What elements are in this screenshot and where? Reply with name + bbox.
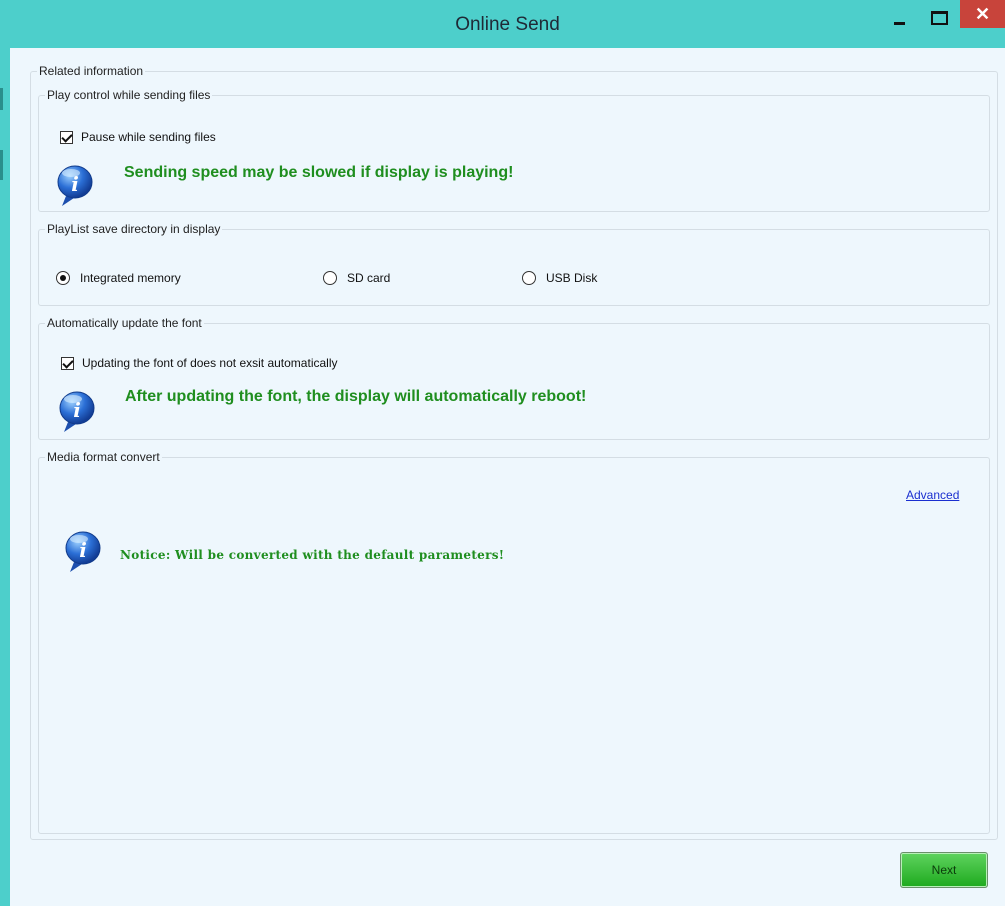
font-update-checkbox[interactable] xyxy=(61,356,74,370)
window-left-edge xyxy=(0,0,10,906)
conversion-notice-text: Notice: Will be converted with the defau… xyxy=(120,548,505,562)
radio-usb-disk-indicator[interactable] xyxy=(522,271,536,285)
window-title: Online Send xyxy=(455,14,560,35)
radio-integrated-memory[interactable]: Integrated memory xyxy=(56,271,181,285)
media-convert-group: Media format convert xyxy=(38,450,990,834)
related-information-legend: Related information xyxy=(39,64,144,78)
radio-sd-card[interactable]: SD card xyxy=(323,271,390,285)
edge-mark xyxy=(0,88,3,110)
pause-checkbox-row[interactable]: Pause while sending files xyxy=(60,130,216,144)
radio-sd-card-label: SD card xyxy=(347,271,391,285)
minimize-icon[interactable] xyxy=(882,0,918,36)
svg-text:i: i xyxy=(73,398,81,422)
font-update-legend: Automatically update the font xyxy=(47,316,202,330)
next-button[interactable]: Next xyxy=(900,852,988,888)
svg-text:i: i xyxy=(79,538,87,562)
playlist-directory-group: PlayList save directory in display xyxy=(38,222,990,306)
font-update-checkbox-row[interactable]: Updating the font of does not exsit auto… xyxy=(61,356,338,370)
radio-sd-card-indicator[interactable] xyxy=(323,271,337,285)
font-update-warning-text: After updating the font, the display wil… xyxy=(125,388,587,405)
title-bar[interactable]: Online Send ✕ xyxy=(10,0,1005,48)
info-icon: i xyxy=(57,165,93,206)
svg-text:i: i xyxy=(71,172,79,196)
radio-usb-disk[interactable]: USB Disk xyxy=(522,271,597,285)
font-update-checkbox-label: Updating the font of does not exsit auto… xyxy=(82,356,338,370)
play-control-legend: Play control while sending files xyxy=(47,88,211,102)
edge-mark xyxy=(0,150,3,180)
media-convert-legend: Media format convert xyxy=(47,450,160,464)
info-icon: i xyxy=(59,391,95,432)
font-update-group: Automatically update the font xyxy=(38,316,990,440)
pause-checkbox[interactable] xyxy=(60,130,73,144)
pause-checkbox-label: Pause while sending files xyxy=(81,130,216,144)
radio-usb-disk-label: USB Disk xyxy=(546,271,598,285)
playlist-directory-legend: PlayList save directory in display xyxy=(47,222,221,236)
advanced-link[interactable]: Advanced xyxy=(906,488,959,502)
maximize-icon[interactable] xyxy=(922,0,958,36)
play-warning-text: Sending speed may be slowed if display i… xyxy=(124,164,514,181)
close-icon[interactable]: ✕ xyxy=(960,0,1005,28)
radio-integrated-memory-indicator[interactable] xyxy=(56,271,70,285)
play-control-group: Play control while sending files xyxy=(38,88,990,212)
radio-integrated-memory-label: Integrated memory xyxy=(80,271,181,285)
info-icon: i xyxy=(65,531,101,572)
dialog-body: Related information Play control while s… xyxy=(10,48,1005,906)
